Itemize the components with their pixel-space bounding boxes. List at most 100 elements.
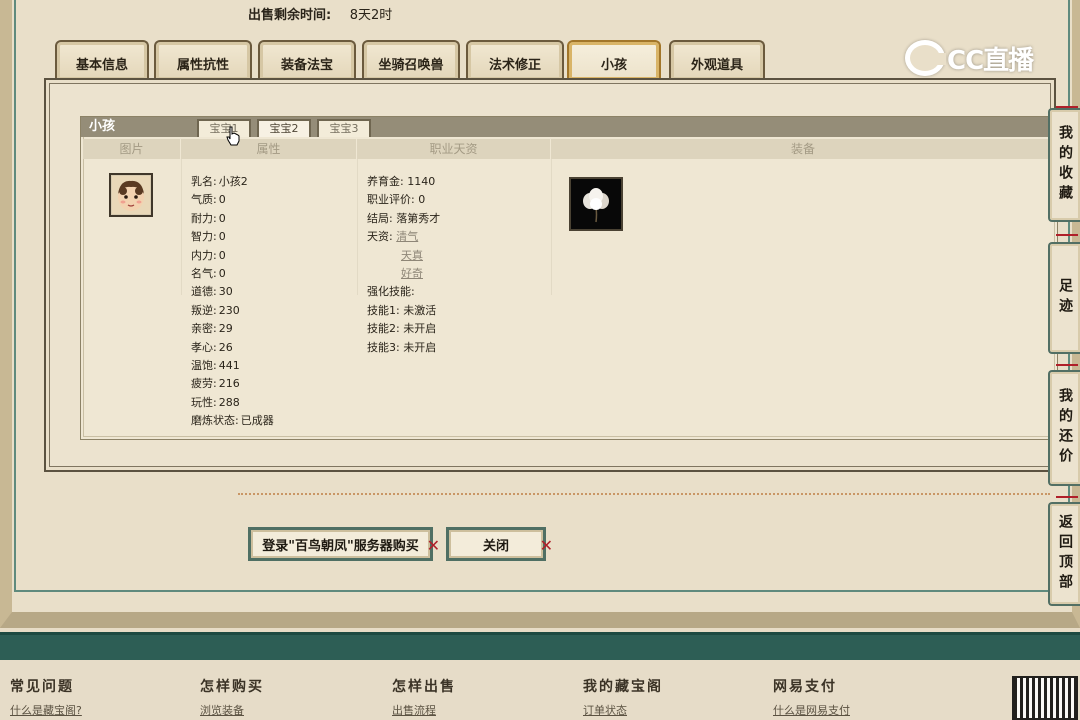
attr-row: 智力: 0 [191,228,274,246]
login-server-buy-button[interactable]: 登录"百鸟朝凤"服务器购买 ✕ [248,527,440,561]
raise-gold-label: 养育金: [367,175,404,188]
ending-row: 结局: 落第秀才 [367,210,440,228]
skill-label: 技能1: [367,303,400,317]
equipment-slot[interactable] [569,177,623,231]
footer: 常见问题 什么是藏宝阁? 怎样购买 浏览装备 怎样出售 出售流程 我的藏宝阁 订… [0,660,1080,720]
attr-row: 亲密: 29 [191,320,274,338]
attr-label: 叛逆: [191,303,217,317]
ending-label: 结局: [367,211,393,225]
child-face-icon [112,176,150,214]
tab-mount-summon[interactable]: 坐骑召唤兽 [362,40,460,80]
skill-row: 技能1: 未激活 [367,302,440,320]
side-footprints[interactable]: 足迹 [1048,234,1080,354]
sub-tab-baby-1[interactable]: 宝宝1 [197,119,251,137]
attr-label: 玩性: [191,395,217,409]
tab-equipment[interactable]: 装备法宝 [258,40,356,80]
footer-title: 怎样购买 [200,679,264,695]
ribbon-knot-icon: ✕ [426,536,440,555]
career-talent-list: 养育金: 1140 职业评价: 0 结局: 落第秀才 天资: 清气 天真 好奇 … [367,173,440,357]
col-header-attributes: 属性 [181,139,357,159]
attr-value: 30 [218,285,233,299]
attr-row: 孝心: 26 [191,339,274,357]
red-cord-icon [1056,364,1078,366]
buy-button-label: 登录"百鸟朝凤"服务器购买 [262,538,419,554]
attr-label: 孝心: [191,340,217,354]
footer-link[interactable]: 什么是藏宝阁? [10,702,82,718]
attr-value: 0 [218,211,226,225]
attr-value: 小孩2 [218,175,248,188]
footer-link[interactable]: 订单状态 [583,702,663,718]
side-footprints-label: 足迹 [1057,278,1073,318]
red-cord-icon [1056,496,1078,498]
footer-link[interactable]: 浏览装备 [200,702,264,718]
table-header: 图片 属性 职业天资 装备 [83,139,1055,159]
talent-link[interactable]: 天真 [401,249,423,262]
side-my-counteroffer-label: 我的还价 [1057,388,1073,468]
enhance-skill-row: 强化技能: [367,283,440,301]
tab-appearance[interactable]: 外观道具 [669,40,765,80]
talent-row: 好奇 [367,265,440,283]
talent-link[interactable]: 清气 [396,230,418,243]
side-my-favorites[interactable]: 我的收藏 [1048,106,1080,222]
footer-title: 我的藏宝阁 [583,679,663,695]
sale-time: 出售剩余时间: 8天2时 [248,4,392,23]
attr-value: 29 [218,322,233,336]
sale-time-label: 出售剩余时间: [248,8,332,23]
tab-child[interactable]: 小孩 [567,40,661,80]
career-rating-value: 0 [418,193,426,207]
footer-col-how-sell: 怎样出售 出售流程 [392,676,456,718]
side-back-to-top[interactable]: 返回顶部 [1048,496,1080,606]
attr-row: 乳名: 小孩2 [191,173,274,191]
side-my-counteroffer[interactable]: 我的还价 [1048,364,1080,486]
attr-value: 已成器 [240,414,274,428]
sub-tab-baby-2[interactable]: 宝宝2 [257,119,311,137]
red-cord-icon [1056,234,1078,236]
side-back-to-top-label: 返回顶部 [1057,514,1073,594]
footer-link[interactable]: 什么是网易支付 [773,702,850,718]
main-panel: 小孩 宝宝1 宝宝2 宝宝3 图片 属性 职业天资 装备 乳名: 小孩2 气质:… [44,78,1058,472]
footer-title: 怎样出售 [392,679,456,695]
close-button[interactable]: 关闭 ✕ [446,527,553,561]
attr-row: 温饱: 441 [191,357,274,375]
attr-label: 疲劳: [191,377,217,391]
attr-row: 疲劳: 216 [191,375,274,393]
footer-col-my-treasure: 我的藏宝阁 订单状态 [583,676,663,718]
tab-spell-correction[interactable]: 法术修正 [466,40,564,80]
attr-label: 磨炼状态: [191,414,239,428]
talent-label: 天资: [367,230,393,244]
attr-row: 玩性: 288 [191,394,274,412]
cc-logo-text: CC直播 [947,45,1034,76]
attribute-list: 乳名: 小孩2 气质: 0 耐力: 0 智力: 0 内力: 0 名气: 0 道德: 30 叛逆… [191,173,274,430]
footer-col-netease-pay: 网易支付 什么是网易支付 [773,676,850,718]
attr-row: 气质: 0 [191,191,274,209]
skill-value: 未激活 [403,303,437,317]
career-rating-label: 职业评价: [367,193,415,207]
attr-row: 内力: 0 [191,247,274,265]
footer-link[interactable]: 出售流程 [392,702,456,718]
attr-label: 亲密: [191,322,217,336]
raise-gold-value: 1140 [407,175,436,188]
footer-col-how-buy: 怎样购买 浏览装备 [200,676,264,718]
attr-label: 耐力: [191,211,217,225]
skill-value: 未开启 [403,340,437,354]
footer-title: 常见问题 [10,679,74,695]
enhance-skill-label: 强化技能: [367,285,415,299]
attr-label: 乳名: [191,175,217,188]
skill-label: 技能3: [367,340,400,354]
tab-basic-info[interactable]: 基本信息 [55,40,149,80]
attr-value: 441 [218,358,240,372]
talent-link[interactable]: 好奇 [401,267,423,280]
skill-row: 技能2: 未开启 [367,320,440,338]
ribbon-knot-icon: ✕ [539,536,553,555]
col-header-career: 职业天资 [357,139,551,159]
attr-row: 道德: 30 [191,283,274,301]
red-cord-icon [1056,106,1078,108]
attr-value: 230 [218,303,240,317]
attr-row: 磨炼状态: 已成器 [191,412,274,430]
sub-tab-baby-3[interactable]: 宝宝3 [317,119,371,137]
tab-attribute-resist[interactable]: 属性抗性 [154,40,252,80]
attr-value: 216 [218,377,240,391]
attr-value: 0 [218,230,226,244]
footer-band [0,632,1080,660]
column-divider [357,159,358,295]
